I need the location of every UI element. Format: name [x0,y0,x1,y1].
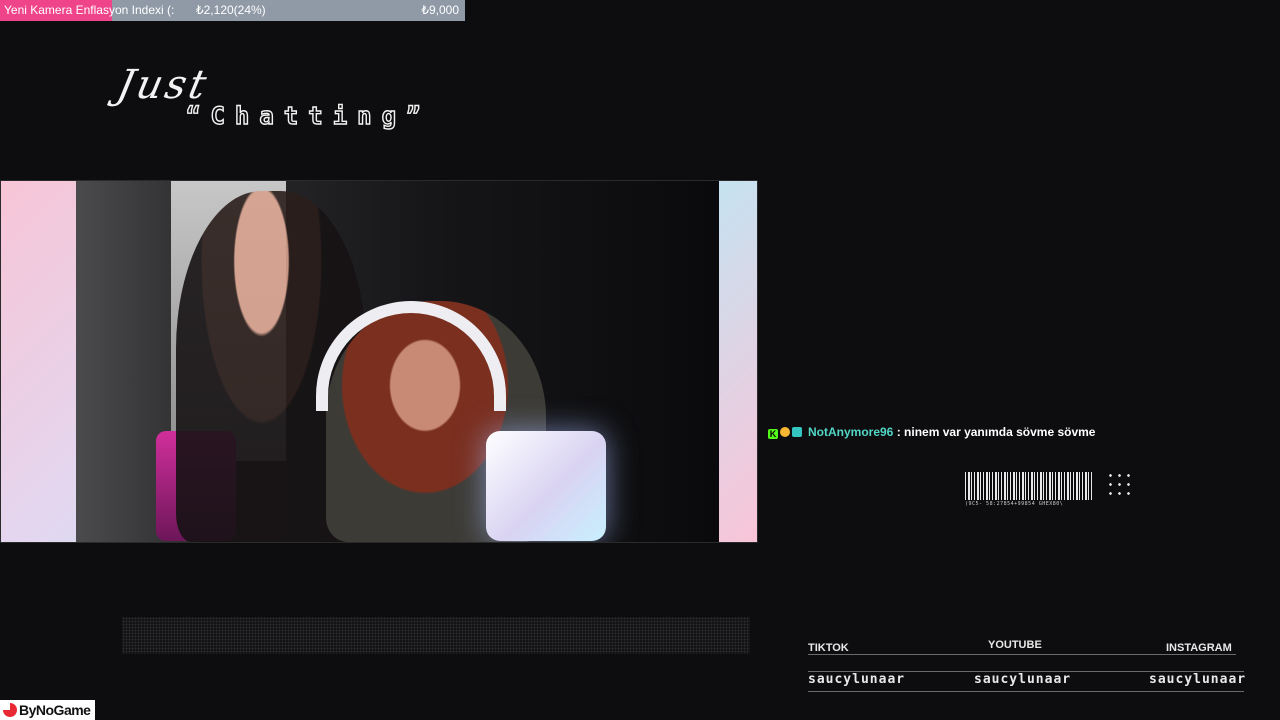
barcode-graphic [965,472,1093,500]
social-divider-top [808,654,1236,655]
webcam-frame [0,180,758,543]
chat-username: NotAnymore96 [808,425,894,439]
chat-text: ninem var yanımda sövme sövme [904,425,1096,439]
barcode-caption: (9C5- 58:27854+99854 GHEX80\ [965,501,1064,507]
dot-matrix-graphic [1106,471,1134,499]
gold-badge-icon [780,427,790,437]
webcam-feed [76,181,719,542]
chat-message: K NotAnymore96 : ninem var yanımda sövme … [768,425,1095,439]
donation-goal-title: Yeni Kamera Enflasyon Indexi (: [4,3,175,17]
webcam-microphone [486,431,606,541]
social-handle-youtube: saucylunaar [974,672,1072,687]
chat-separator: : [896,425,901,439]
social-label-tiktok: TIKTOK [808,642,849,654]
bynogame-logo: ByNoGame [0,700,95,720]
social-divider-bottom [808,691,1244,692]
donation-goal-target: ₺9,000 [421,3,459,17]
social-handle-instagram: saucylunaar [1149,672,1247,687]
bynogame-logo-icon [3,703,17,717]
kick-badge-icon: K [768,429,778,439]
social-label-youtube: YOUTUBE [988,639,1042,651]
subscriber-badge-icon [792,427,802,437]
dotted-overlay-panel [122,617,750,654]
social-handle-tiktok: saucylunaar [808,672,906,687]
social-label-instagram: INSTAGRAM [1166,642,1232,654]
donation-goal-bar: Yeni Kamera Enflasyon Indexi (: ₺2,120(2… [0,0,465,21]
bynogame-logo-text: ByNoGame [19,702,91,718]
category-title-main: “Chatting” [185,101,431,130]
donation-goal-current: ₺2,120(24%) [196,3,266,17]
